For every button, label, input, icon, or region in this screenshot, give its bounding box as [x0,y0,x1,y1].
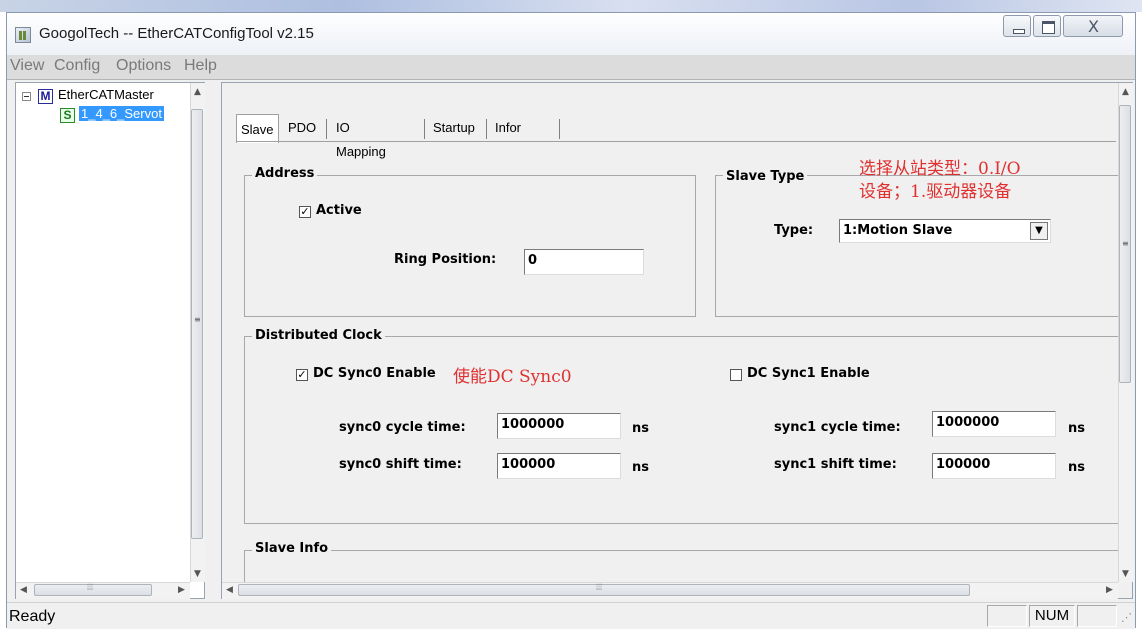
active-label: Active [316,203,362,218]
window-title: GoogolTech -- EtherCATConfigTool v2.15 [39,25,314,42]
menu-config[interactable]: Config [54,57,100,75]
scroll-up-arrow-icon[interactable]: ▲ [194,87,201,97]
distributed-clock-group-title: Distributed Clock [252,328,385,343]
type-label: Type: [774,223,814,238]
tree-vertical-scroll-thumb[interactable] [191,109,203,539]
type-select[interactable]: 1:Motion Slave ▼ [839,219,1051,243]
scroll-left-arrow-icon[interactable]: ◀ [20,585,27,595]
status-panel-empty [987,605,1027,627]
slave-type-annotation-line2: 设备；1.驱动器设备 [859,182,1012,202]
menu-view[interactable]: View [10,57,44,75]
sync0-cycle-time-unit: ns [632,421,649,436]
menu-help[interactable]: Help [184,57,217,75]
scroll-down-arrow-icon[interactable]: ▼ [194,569,201,579]
address-group-title: Address [252,166,318,181]
grip-icon: ⦙⦙⦙ [596,583,603,593]
scroll-up-arrow-icon[interactable]: ▲ [1122,87,1129,97]
status-bar: Ready NUM ⋰ [7,602,1135,629]
device-tree[interactable]: M EtherCATMaster S 1_4_6_Servot ▲ ▼ ≡ ◀ … [15,82,205,599]
slave-info-group-title: Slave Info [252,541,332,556]
dc-sync0-annotation: 使能DC Sync0 [453,367,572,387]
tree-item-ethercat-master[interactable]: EtherCATMaster [58,87,154,102]
app-window: GoogolTech -- EtherCATConfigTool v2.15 X… [6,12,1136,629]
active-checkbox[interactable]: ✓ [299,206,311,218]
tab-separator [326,119,327,139]
ring-position-label: Ring Position: [394,252,497,267]
slave-icon: S [60,108,75,123]
sync1-cycle-time-unit: ns [1068,421,1085,436]
type-select-value: 1:Motion Slave [843,223,953,238]
collapse-icon[interactable] [22,92,31,101]
ring-position-input[interactable]: 0 [524,249,644,275]
dc-sync0-enable-label: DC Sync0 Enable [313,366,436,381]
close-icon: X [1088,17,1099,36]
maximize-icon [1042,21,1055,34]
sync1-shift-time-label: sync1 shift time: [774,457,897,472]
dc-sync0-enable-checkbox[interactable]: ✓ [296,369,308,381]
grip-icon: ≡ [194,315,201,324]
tab-separator [486,119,487,139]
sync1-cycle-time-input[interactable]: 1000000 [932,411,1056,437]
panel-horizontal-scroll-thumb[interactable] [238,584,970,596]
status-text: Ready [9,608,56,625]
tab-separator [559,119,560,139]
tab-divider [236,141,1116,142]
dc-sync1-enable-label: DC Sync1 Enable [747,366,870,381]
tab-slave[interactable]: Slave [236,114,279,143]
title-bar[interactable]: GoogolTech -- EtherCATConfigTool v2.15 X [7,13,1135,55]
sync0-shift-time-input[interactable]: 100000 [497,453,621,479]
resize-grip-icon[interactable]: ⋰ [1121,611,1132,624]
slave-type-annotation-line1: 选择从站类型：0.I/O [859,159,1021,179]
address-group [244,175,696,317]
tab-io-mapping[interactable]: IO Mapping [332,116,390,159]
app-icon [15,27,31,43]
tab-separator [424,119,425,139]
sync1-cycle-time-label: sync1 cycle time: [774,420,901,435]
sync0-shift-time-label: sync0 shift time: [339,457,462,472]
tree-item-slave[interactable]: 1_4_6_Servot [79,106,164,121]
tab-infor[interactable]: Infor [491,116,525,140]
tab-startup[interactable]: Startup [429,116,479,140]
sync0-shift-time-unit: ns [632,460,649,475]
sync0-cycle-time-input[interactable]: 1000000 [497,413,621,439]
minimize-button[interactable] [1003,15,1031,37]
num-lock-indicator: NUM [1029,605,1075,627]
scroll-down-arrow-icon[interactable]: ▼ [1122,569,1129,579]
sync1-shift-time-input[interactable]: 100000 [932,453,1056,479]
menu-options[interactable]: Options [116,57,171,75]
grip-icon: ⦙⦙⦙ [87,583,94,593]
chevron-down-icon[interactable]: ▼ [1030,222,1048,240]
desktop-background-strip [0,0,1142,12]
close-button[interactable]: X [1063,15,1123,37]
scroll-right-arrow-icon[interactable]: ▶ [178,585,185,595]
menu-bar: View Config Options Help [7,55,1135,80]
sync0-cycle-time-label: sync0 cycle time: [339,420,466,435]
maximize-button[interactable] [1033,15,1061,37]
scroll-right-arrow-icon[interactable]: ▶ [1106,585,1113,595]
dc-sync1-enable-checkbox[interactable] [730,369,742,381]
slave-type-group-title: Slave Type [723,169,808,184]
sync1-shift-time-unit: ns [1068,460,1085,475]
tab-pdo[interactable]: PDO [284,116,320,140]
slave-config-panel: Slave PDO IO Mapping Startup Infor Addre… [221,82,1133,599]
grip-icon: ≡ [1122,239,1129,248]
minimize-icon [1013,29,1025,34]
status-panel-empty [1077,605,1117,627]
master-icon: M [38,89,53,104]
scroll-left-arrow-icon[interactable]: ◀ [226,585,233,595]
